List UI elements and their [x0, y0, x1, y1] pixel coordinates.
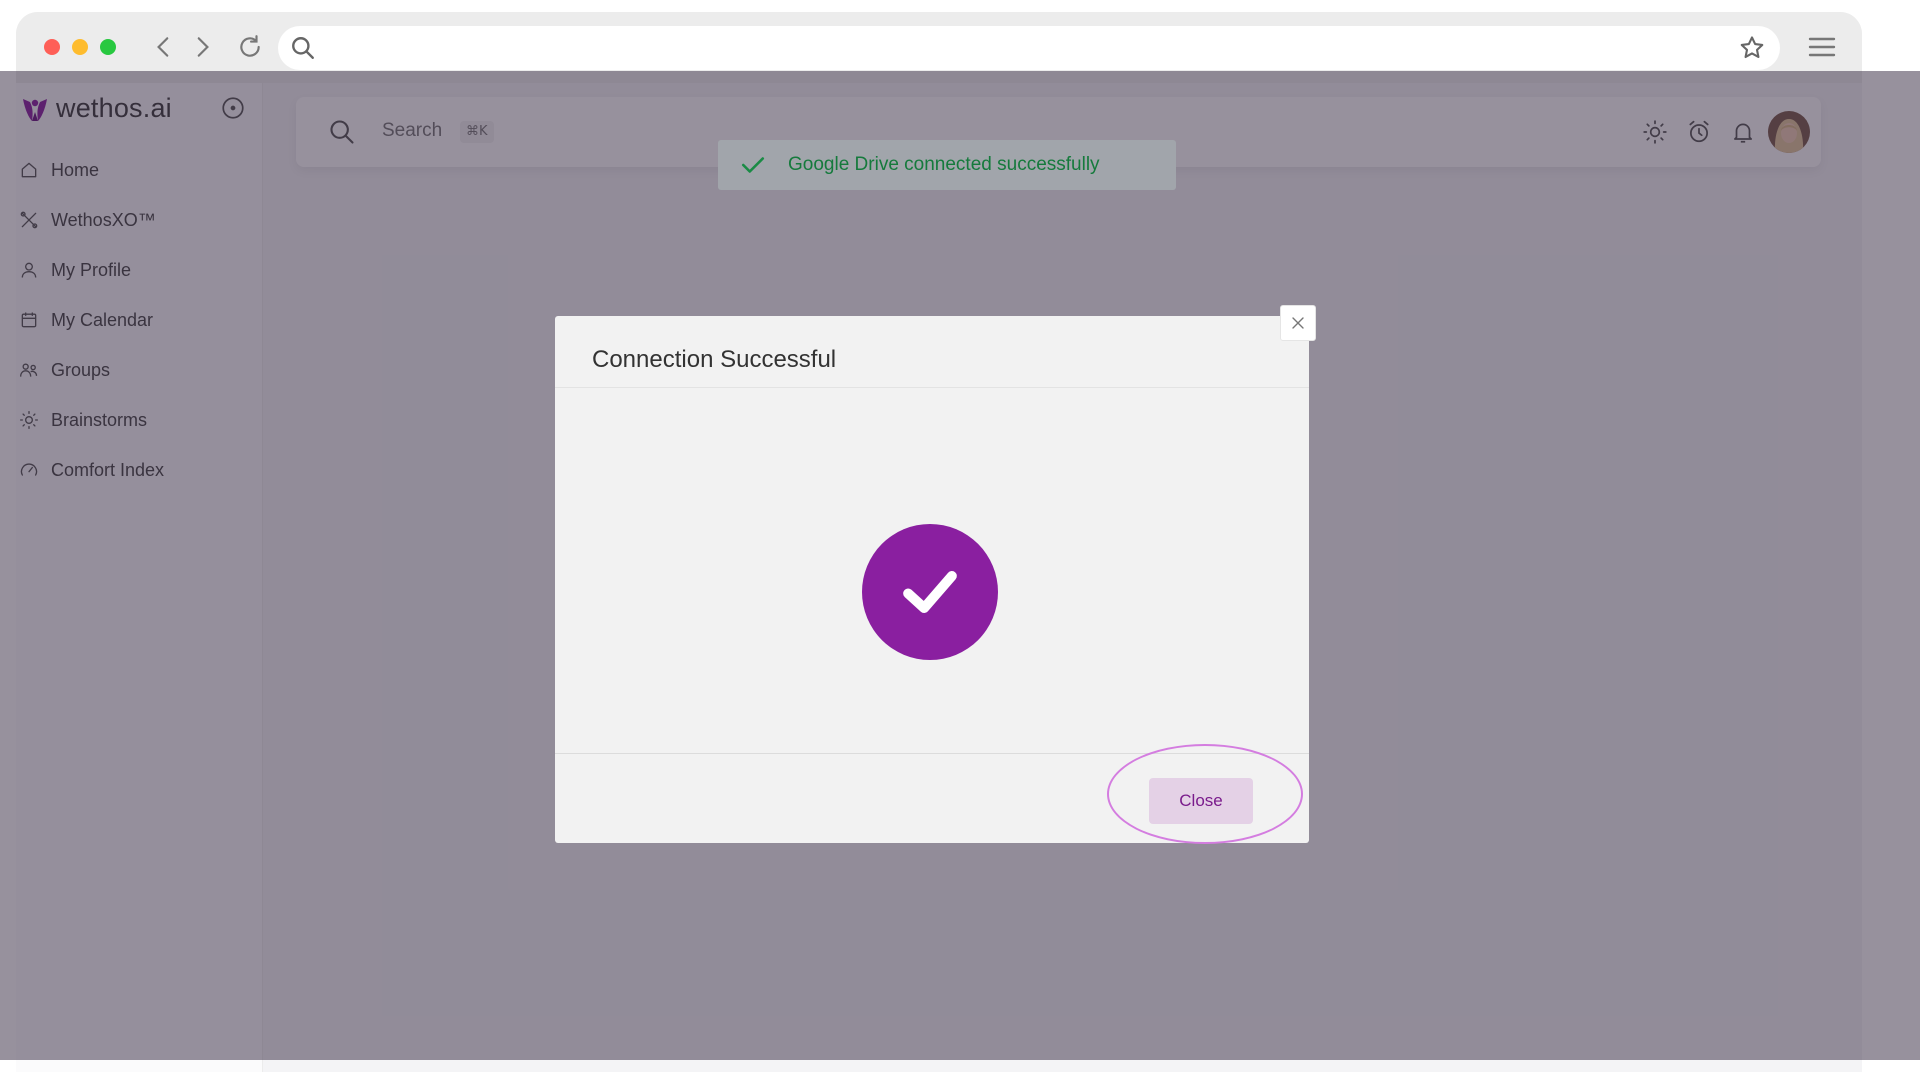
- address-bar[interactable]: [278, 26, 1780, 70]
- search-icon: [292, 37, 314, 59]
- back-button[interactable]: [148, 30, 180, 64]
- modal-body: [555, 388, 1309, 753]
- modal-dismiss-button[interactable]: [1280, 305, 1316, 341]
- close-button[interactable]: Close: [1149, 778, 1253, 824]
- success-badge: [862, 524, 998, 660]
- close-icon: [1292, 317, 1304, 329]
- window-maximize-dot[interactable]: [100, 39, 116, 55]
- checkmark-icon: [903, 571, 957, 613]
- forward-button[interactable]: [186, 30, 218, 64]
- hamburger-menu-icon[interactable]: [1806, 31, 1838, 63]
- chevron-right-icon: [197, 37, 209, 57]
- connection-success-modal: Connection Successful Close: [555, 316, 1309, 843]
- chevron-left-icon: [157, 37, 169, 57]
- modal-title: Connection Successful: [592, 346, 837, 373]
- toast-message: Google Drive connected successfully: [788, 154, 1100, 175]
- window-minimize-dot[interactable]: [72, 39, 88, 55]
- reload-icon: [240, 35, 260, 57]
- reload-button[interactable]: [234, 30, 266, 64]
- success-toast: Google Drive connected successfully: [718, 140, 1176, 190]
- checkmark-icon: [741, 157, 765, 173]
- modal-header: Connection Successful: [555, 316, 1309, 388]
- window-close-dot[interactable]: [44, 39, 60, 55]
- star-icon[interactable]: [1738, 34, 1766, 62]
- modal-footer: Close: [555, 753, 1309, 843]
